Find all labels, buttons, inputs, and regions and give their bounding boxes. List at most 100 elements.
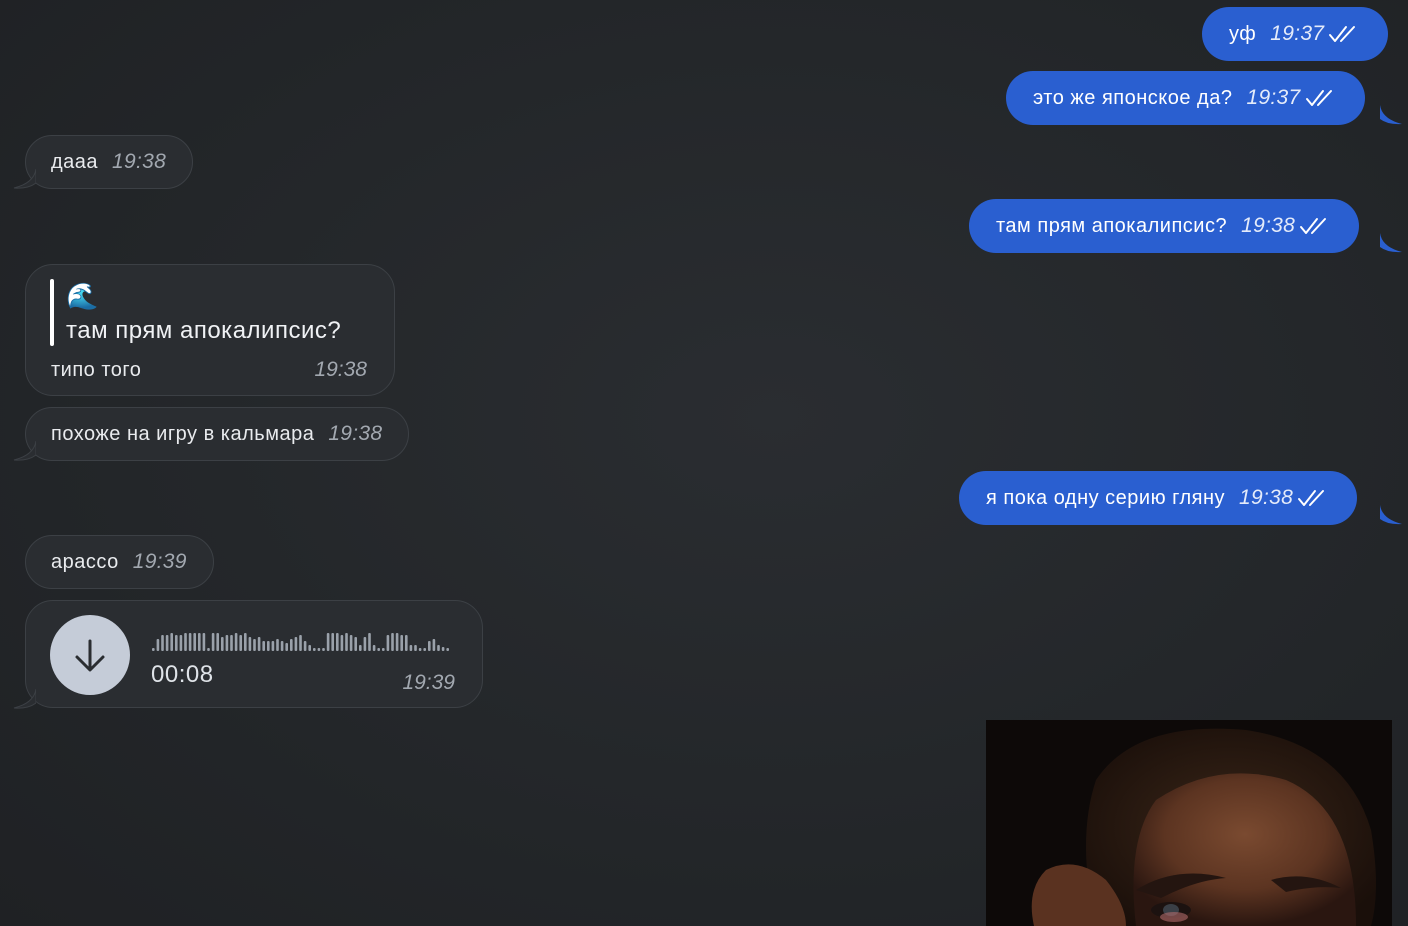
waveform-bar: [276, 639, 279, 651]
waveform-bar: [395, 633, 399, 651]
waveform-bar: [234, 633, 238, 651]
outgoing-message-bubble[interactable]: я пока одну серию гляну 19:38: [959, 471, 1358, 525]
waveform-bar: [225, 635, 229, 651]
message-text: типо того: [51, 359, 142, 381]
waveform-bar: [175, 635, 178, 651]
waveform-bar: [345, 633, 348, 651]
message-time: 19:37: [1246, 86, 1301, 109]
waveform-bar: [382, 648, 385, 651]
waveform-bar: [239, 635, 242, 651]
waveform-bar: [156, 639, 160, 651]
quote-bar: [50, 279, 54, 346]
waveform-bar: [437, 645, 440, 651]
message-time: 19:38: [1241, 214, 1296, 237]
waveform-bar: [193, 633, 196, 651]
waveform-bar: [271, 641, 275, 651]
waveform-bar: [221, 637, 224, 651]
message-time: 19:38: [112, 150, 167, 173]
outgoing-message-bubble[interactable]: там прям апокалипсис? 19:38: [969, 199, 1360, 253]
face-image: [986, 720, 1392, 926]
message-time: 19:37: [1270, 22, 1325, 45]
bubble-tail: [1380, 105, 1402, 125]
waveform-bar: [340, 635, 344, 651]
download-button[interactable]: [50, 615, 130, 695]
waveform-bar: [216, 633, 219, 651]
waveform-bar: [418, 648, 422, 651]
waveform-bar: [285, 643, 288, 651]
waveform-bar: [308, 645, 311, 651]
message-text: дааа: [51, 150, 99, 173]
waveform-bar: [386, 635, 390, 651]
voice-message-bubble[interactable]: 00:08 19:39: [25, 600, 483, 708]
waveform-bar: [363, 637, 367, 651]
message-time: 19:38: [1239, 486, 1294, 509]
quoted-text: там прям апокалипсис?: [66, 317, 342, 344]
waveform-bar: [391, 633, 394, 651]
incoming-message-bubble[interactable]: арассо 19:39: [25, 535, 214, 589]
message-text: я пока одну серию гляну: [986, 486, 1226, 509]
waveform-bar: [326, 633, 330, 651]
waveform-bar: [368, 633, 371, 651]
wave-emoji: 🌊: [66, 281, 99, 311]
incoming-reply-bubble[interactable]: 🌊 там прям апокалипсис? типо того 19:38: [25, 264, 395, 396]
waveform-bar: [207, 648, 210, 651]
incoming-message-bubble[interactable]: похоже на игру в кальмара 19:38: [25, 407, 410, 461]
waveform-bar: [257, 637, 261, 651]
waveform-bar: [423, 648, 426, 651]
bubble-tail: [1380, 233, 1402, 253]
image-message[interactable]: [986, 720, 1392, 926]
incoming-message-bubble[interactable]: дааа 19:38: [25, 135, 194, 189]
waveform-bar: [198, 633, 201, 651]
waveform-bar: [336, 633, 339, 651]
voice-waveform[interactable]: [150, 627, 450, 653]
message-time: 19:38: [328, 422, 383, 445]
download-arrow-icon: [75, 639, 105, 672]
waveform-bar: [409, 645, 413, 651]
waveform-bar: [152, 648, 155, 651]
waveform-bar: [349, 635, 353, 651]
waveform-bar: [253, 639, 256, 651]
message-time: 19:39: [402, 671, 455, 694]
waveform-bar: [372, 645, 376, 651]
message-text: там прям апокалипсис?: [996, 214, 1228, 237]
waveform-bar: [165, 635, 169, 651]
message-text: это же японское да?: [1033, 86, 1233, 109]
message-time: 19:38: [314, 358, 367, 381]
waveform-bar: [280, 641, 284, 651]
double-check-icon: [1298, 490, 1325, 506]
waveform-bar: [290, 639, 293, 651]
waveform-bar: [170, 633, 173, 651]
message-time: 19:39: [132, 550, 187, 573]
double-check-icon: [1300, 218, 1327, 234]
waveform-bar: [428, 641, 431, 651]
message-text: уф: [1229, 22, 1257, 45]
message-text: арассо: [51, 550, 119, 573]
voice-duration: 00:08: [151, 661, 214, 688]
waveform-bar: [262, 641, 265, 651]
waveform-bar: [230, 635, 233, 651]
outgoing-message-bubble[interactable]: уф 19:37: [1202, 7, 1389, 61]
waveform-bar: [294, 637, 298, 651]
waveform-bar: [267, 641, 270, 651]
waveform-bar: [211, 633, 215, 651]
waveform-bar: [400, 635, 403, 651]
waveform-bar: [202, 633, 206, 651]
waveform-bar: [432, 639, 436, 651]
waveform-bar: [446, 648, 449, 651]
double-check-icon: [1305, 90, 1332, 106]
waveform-bar: [188, 633, 192, 651]
waveform-bar: [317, 648, 321, 651]
bubble-tail: [13, 441, 36, 461]
waveform-bar: [414, 645, 417, 651]
waveform-bar: [244, 633, 247, 651]
bubble-tail: [13, 169, 36, 189]
message-text: похоже на игру в кальмара: [51, 422, 315, 445]
outgoing-message-bubble[interactable]: это же японское да? 19:37: [1006, 71, 1365, 125]
waveform-bar: [441, 647, 445, 651]
waveform-bar: [313, 648, 316, 651]
chat-area[interactable]: уф 19:37 это же японское да? 19:37 дааа …: [0, 0, 1408, 926]
waveform-bar: [179, 635, 183, 651]
waveform-bar: [161, 635, 164, 651]
waveform-bar: [299, 635, 302, 651]
waveform-bar: [377, 648, 380, 651]
